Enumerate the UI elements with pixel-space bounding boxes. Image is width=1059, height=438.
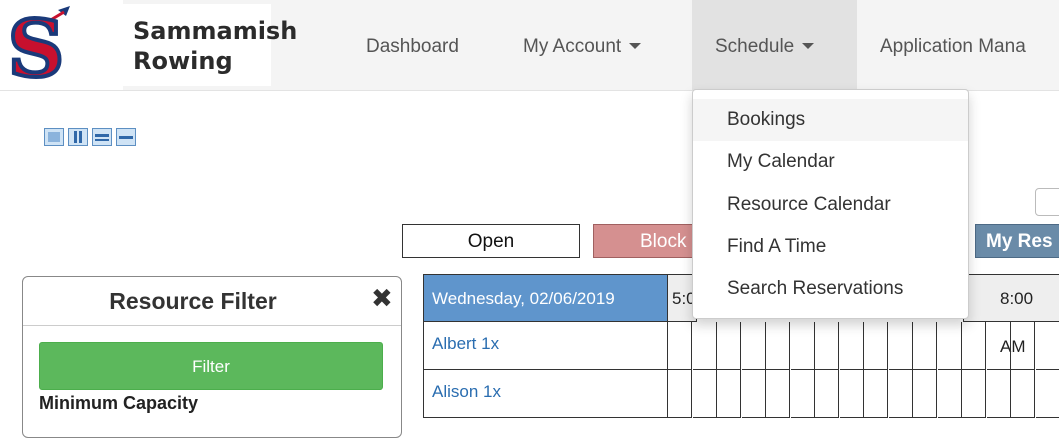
top-navbar: S Sammamish Rowing Dashboard My Account … (0, 0, 1059, 91)
schedule-slot[interactable] (1036, 322, 1059, 370)
schedule-slot[interactable] (668, 322, 692, 370)
legend-my-reservations[interactable]: My Res (975, 224, 1059, 258)
resource-filter-panel: Resource Filter ✖ Filter Minimum Capacit… (22, 276, 402, 438)
legend-open[interactable]: Open (402, 224, 580, 258)
grid-cells (668, 322, 1059, 432)
schedule-slot[interactable] (742, 370, 766, 418)
grid-view-icon[interactable] (44, 128, 64, 146)
minimum-capacity-label: Minimum Capacity (39, 393, 198, 414)
brand-line2: Rowing (133, 46, 297, 76)
nav-my-account[interactable]: My Account (523, 0, 673, 90)
row-view-icon[interactable] (92, 128, 112, 146)
schedule-slot[interactable] (766, 322, 790, 370)
resource-row-label[interactable]: Albert 1x (423, 322, 668, 370)
schedule-slot[interactable] (693, 370, 717, 418)
menu-item-search-reservations[interactable]: Search Reservations (693, 268, 968, 310)
schedule-slot[interactable] (717, 322, 741, 370)
divider (23, 325, 401, 326)
schedule-slot[interactable] (766, 370, 790, 418)
schedule-slot[interactable] (864, 322, 888, 370)
sammamish-logo-icon[interactable]: S (6, 4, 76, 84)
schedule-slot[interactable] (938, 370, 962, 418)
nav-schedule[interactable]: Schedule (692, 0, 857, 90)
schedule-slot[interactable] (791, 322, 815, 370)
resource-row-label[interactable]: Alison 1x (423, 370, 668, 418)
schedule-slot[interactable] (913, 370, 937, 418)
schedule-slot[interactable] (864, 370, 888, 418)
view-layout-toggles (44, 128, 136, 146)
schedule-slot[interactable] (1011, 322, 1035, 370)
menu-item-resource-calendar[interactable]: Resource Calendar (693, 184, 968, 226)
schedule-slot[interactable] (889, 370, 913, 418)
grid-date-header: Wednesday, 02/06/2019 (423, 274, 668, 322)
schedule-slot[interactable] (742, 322, 766, 370)
schedule-dropdown-menu: Bookings My Calendar Resource Calendar F… (692, 89, 969, 319)
brand-title[interactable]: Sammamish Rowing (123, 4, 271, 86)
chevron-down-icon (802, 43, 814, 49)
schedule-slot[interactable] (815, 322, 839, 370)
close-icon[interactable]: ✖ (371, 283, 393, 313)
schedule-slot[interactable] (668, 370, 692, 418)
nav-application-management[interactable]: Application Mana (880, 0, 1059, 90)
schedule-slot[interactable] (987, 322, 1011, 370)
menu-item-bookings[interactable]: Bookings (693, 99, 968, 141)
schedule-slot[interactable] (1036, 370, 1059, 418)
date-picker-box[interactable] (1035, 188, 1059, 216)
chevron-down-icon (629, 43, 641, 49)
schedule-slot[interactable] (962, 370, 986, 418)
schedule-slot[interactable] (840, 370, 864, 418)
menu-item-my-calendar[interactable]: My Calendar (693, 141, 968, 183)
schedule-slot[interactable] (791, 370, 815, 418)
schedule-slot[interactable] (962, 322, 986, 370)
schedule-slot[interactable] (815, 370, 839, 418)
svg-text:S: S (8, 4, 64, 84)
nav-dashboard[interactable]: Dashboard (366, 0, 478, 90)
condensed-view-icon[interactable] (116, 128, 136, 146)
schedule-slot[interactable] (938, 322, 962, 370)
column-view-icon[interactable] (68, 128, 88, 146)
filter-button[interactable]: Filter (39, 342, 383, 390)
schedule-slot[interactable] (840, 322, 864, 370)
menu-item-find-a-time[interactable]: Find A Time (693, 226, 968, 268)
schedule-slot[interactable] (889, 322, 913, 370)
schedule-slot[interactable] (717, 370, 741, 418)
logo-area: S (0, 0, 123, 90)
schedule-slot[interactable] (987, 370, 1011, 418)
schedule-slot[interactable] (693, 322, 717, 370)
schedule-slot[interactable] (1011, 370, 1035, 418)
resource-filter-title: Resource Filter (23, 277, 363, 325)
grid-time-header: 8:00 AM (963, 274, 1059, 322)
legend-blocked[interactable]: Block (593, 224, 698, 258)
schedule-slot[interactable] (913, 322, 937, 370)
brand-line1: Sammamish (133, 16, 297, 46)
